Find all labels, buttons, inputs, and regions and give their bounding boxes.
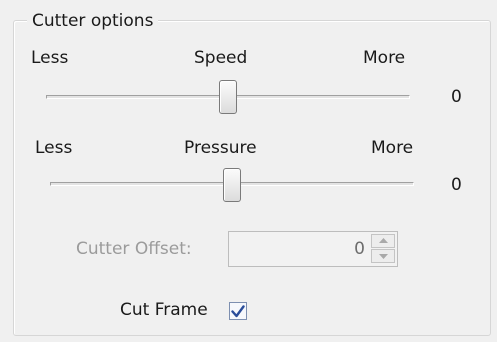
cutter-options-panel: Cutter options Less Speed More 0 Less Pr… <box>0 0 497 342</box>
cut-frame-checkbox[interactable] <box>229 302 247 320</box>
group-title: Cutter options <box>27 10 159 32</box>
pressure-more-label: More <box>371 138 414 158</box>
spin-up-arrow-icon <box>378 238 388 243</box>
pressure-title-label: Pressure <box>184 138 257 158</box>
speed-title-label: Speed <box>194 48 248 68</box>
speed-value: 0 <box>451 87 462 107</box>
cutter-offset-label: Cutter Offset: <box>76 239 192 259</box>
spin-down-button[interactable] <box>371 249 395 263</box>
cut-frame-label: Cut Frame <box>120 300 208 320</box>
pressure-value: 0 <box>451 175 462 195</box>
cutter-offset-value: 0 <box>354 239 365 259</box>
spin-buttons <box>371 234 395 264</box>
pressure-slider-thumb[interactable] <box>223 168 241 202</box>
pressure-less-label: Less <box>35 138 73 158</box>
cutter-options-group <box>13 20 491 336</box>
spin-up-button[interactable] <box>371 234 395 248</box>
checkmark-icon <box>231 304 245 317</box>
speed-more-label: More <box>363 48 406 68</box>
speed-slider-thumb[interactable] <box>219 80 237 114</box>
cutter-offset-spinbox[interactable]: 0 <box>228 231 398 267</box>
spin-down-arrow-icon <box>378 254 388 259</box>
speed-less-label: Less <box>31 48 69 68</box>
